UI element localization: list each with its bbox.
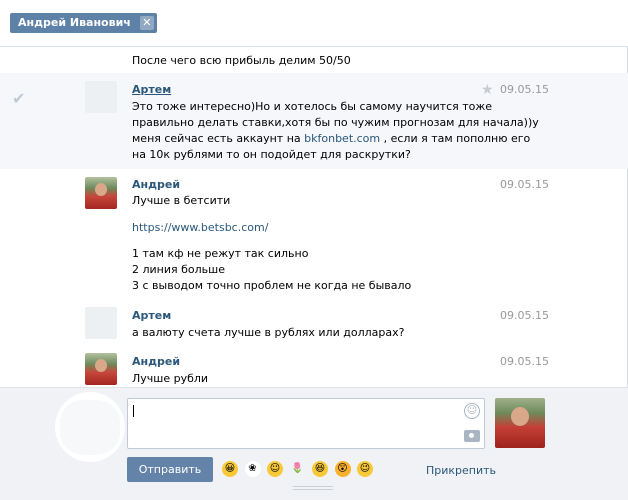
message-list: После чего всю прибыль делим 50/50 ✔ Арт… [0,47,628,387]
emoji-shock-icon[interactable]: 😲 [334,461,351,477]
message-date[interactable]: 09.05.15 [500,309,549,322]
message-continuation: После чего всю прибыль делим 50/50 [0,47,628,73]
emoji-smile-icon[interactable]: ☺ [267,461,283,477]
recipient-avatar[interactable] [495,398,545,448]
author-name[interactable]: Артем [132,83,171,96]
resize-handle[interactable] [293,486,333,490]
message-link[interactable]: bkfonbet.com [304,132,380,145]
author-name[interactable]: Андрей [132,178,180,191]
message-text: меня сейчас есть аккаунт на bkfonbet.com… [132,132,531,145]
message-text: Лучше рубли [132,372,209,385]
message-text: 2 линия больше [132,263,225,276]
emoji-tulip-icon[interactable]: 🌷 [289,461,306,477]
message-artem-2[interactable]: Артем 09.05.15 а валюту счета лучше в ру… [0,299,628,345]
attach-button[interactable]: Прикрепить [426,464,496,477]
author-name[interactable]: Андрей [132,355,180,368]
emoji-flower-icon[interactable]: ❀ [244,461,261,477]
author-name[interactable]: Артем [132,309,171,322]
top-bar: Андрей Иванович ✕ [0,0,628,47]
star-icon[interactable]: ★ [481,83,494,97]
emoji-laugh-icon[interactable]: 😆 [312,461,328,477]
message-link[interactable]: https://www.betsbc.com/ [132,221,268,234]
message-text: 3 с выводом точно проблем не когда не бы… [132,279,412,292]
message-date[interactable]: 09.05.15 [500,355,549,368]
avatar[interactable] [85,307,117,339]
message-input[interactable]: ☺ [127,398,485,449]
message-text: Это тоже интересно)Но и хотелось бы само… [132,100,493,113]
message-andrey-2[interactable]: Андрей 09.05.15 Лучше рубли [0,345,628,387]
avatar[interactable] [85,81,117,113]
avatar[interactable] [85,177,117,209]
chat-window: Андрей Иванович ✕ После чего всю прибыль… [0,0,628,500]
message-text: После чего всю прибыль делим 50/50 [132,54,351,67]
message-andrey-1[interactable]: Андрей 09.05.15 Лучше в бетсити https://… [0,169,628,299]
conversation-tab[interactable]: Андрей Иванович ✕ [10,13,157,33]
message-artem-1[interactable]: ✔ Артем ★ 09.05.15 Это тоже интересно)Но… [0,73,628,169]
message-text: на 10к рублями то он подойдет для раскру… [132,148,411,161]
message-text: правильно делать ставки,хотя бы по чужим… [132,116,539,129]
message-date[interactable]: 09.05.15 [500,83,549,96]
my-avatar-placeholder-inner [60,400,120,455]
conversation-tab-label: Андрей Иванович [18,16,131,29]
emoji-wink-icon[interactable]: 😉 [357,461,373,477]
send-button[interactable]: Отправить [127,457,213,482]
message-text: Лучше в бетсити [132,194,231,207]
message-text: 1 там кф не режут так сильно [132,247,309,260]
message-text: а валюту счета лучше в рублях или доллар… [132,326,405,339]
message-date[interactable]: 09.05.15 [500,178,549,191]
camera-icon[interactable] [464,430,480,442]
close-icon[interactable]: ✕ [139,16,154,30]
text-caret [133,405,134,417]
avatar[interactable] [85,353,117,385]
check-icon[interactable]: ✔ [12,89,25,108]
emoji-grin-icon[interactable]: 😀 [222,461,238,477]
emoji-picker-icon[interactable]: ☺ [464,403,480,419]
